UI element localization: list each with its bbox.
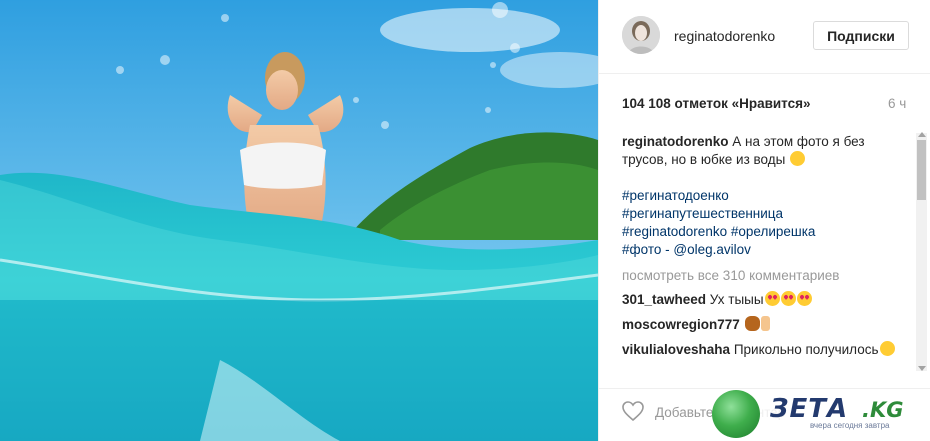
caption: reginatodorenko А на этом фото я без тру… [622, 133, 902, 169]
comment-item: moscowregion777 [622, 316, 902, 334]
heart-eyes-icon [796, 291, 812, 306]
view-all-comments-link[interactable]: посмотреть все 310 комментариев [622, 267, 902, 285]
hashtag-link[interactable]: #регинапутешественница [622, 206, 783, 221]
avatar[interactable] [622, 16, 660, 54]
laughing-with-tears-icon [790, 151, 806, 166]
index-finger-up-icon [760, 316, 770, 331]
caption-username[interactable]: reginatodorenko [622, 134, 729, 149]
site-watermark: ЗЕТА .KG вчера сегодня завтра [712, 388, 930, 441]
avatar-image [622, 16, 660, 54]
post-sidebar: reginatodorenko Подписки 104 108 отметок… [598, 0, 930, 441]
watermark-brand: ЗЕТА [770, 394, 849, 424]
post-header: reginatodorenko Подписки [599, 0, 930, 74]
comment-text [740, 317, 744, 332]
watermark-suffix: .KG [862, 398, 904, 422]
header-username[interactable]: reginatodorenko [674, 28, 775, 44]
post-photo-image [0, 0, 598, 441]
scroll-down-arrow-icon[interactable] [918, 366, 926, 371]
mention-link[interactable]: @oleg.avilov [673, 242, 751, 257]
comment-username[interactable]: 301_tawheed [622, 292, 706, 307]
following-button[interactable]: Подписки [813, 21, 909, 50]
likes-count[interactable]: 104 108 отметок «Нравится» [622, 96, 811, 111]
see-no-evil-monkey-icon [744, 316, 760, 331]
hashtag-link[interactable]: #орелирешка [731, 224, 816, 239]
heart-eyes-icon [780, 291, 796, 306]
grimacing-face-icon [879, 341, 895, 356]
heart-eyes-icon [764, 291, 780, 306]
globe-logo-icon [712, 390, 760, 438]
comments-scrollbar-thumb[interactable] [917, 140, 926, 200]
comment-item: 301_tawheed Ух тыыы [622, 291, 902, 309]
hashtag-link[interactable]: #регинатодоенко [622, 188, 729, 203]
scroll-up-arrow-icon[interactable] [918, 132, 926, 137]
watermark-tagline: вчера сегодня завтра [810, 421, 890, 430]
like-heart-icon[interactable] [621, 400, 645, 422]
caption-hashtags: #регинатодоенко #регинапутешественница #… [622, 187, 902, 259]
likes-row: 104 108 отметок «Нравится» 6 ч [599, 94, 930, 114]
caption-separator: - [661, 242, 674, 257]
comment-text: Ух тыыы [706, 292, 764, 307]
hashtag-link[interactable]: #фото [622, 242, 661, 257]
comments-list[interactable]: reginatodorenko А на этом фото я без тру… [622, 133, 902, 383]
post-photo[interactable] [0, 0, 598, 441]
hashtag-link[interactable]: #reginatodorenko [622, 224, 727, 239]
comment-username[interactable]: moscowregion777 [622, 317, 740, 332]
comment-username[interactable]: vikulialoveshaha [622, 342, 730, 357]
comment-text: Прикольно получилось [730, 342, 879, 357]
post-time[interactable]: 6 ч [888, 96, 906, 111]
comment-item: vikulialoveshaha Прикольно получилось [622, 341, 902, 359]
